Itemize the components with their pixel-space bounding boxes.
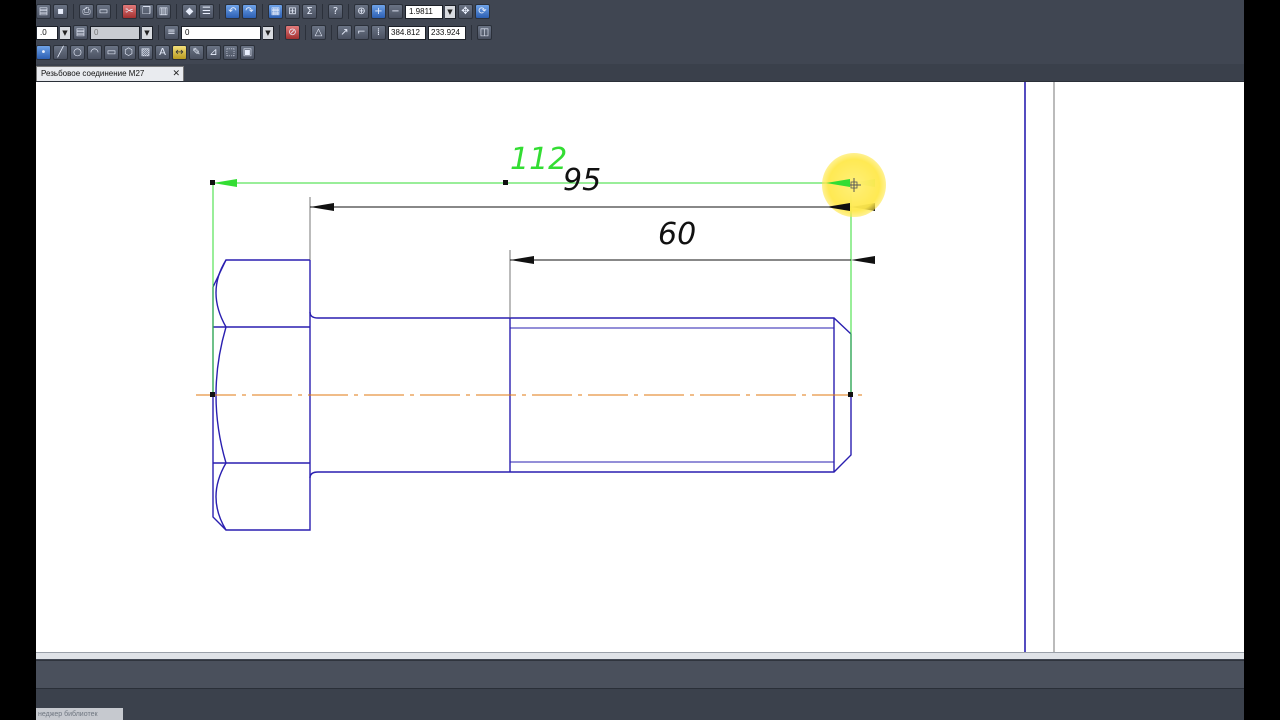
dimension-icon[interactable]: ↔ <box>172 45 187 60</box>
edit-icon[interactable]: ✎ <box>189 45 204 60</box>
rectangle-icon[interactable]: ▭ <box>104 45 119 60</box>
help-icon[interactable]: ? <box>328 4 343 19</box>
measure-icon[interactable]: ⊿ <box>206 45 221 60</box>
toolbar-separator <box>279 25 280 40</box>
toolbar-separator <box>348 4 349 19</box>
snap-point-right <box>848 392 853 397</box>
cursor-highlight <box>822 153 886 217</box>
document-tab[interactable]: Резьбовое соединение М27 ✕ <box>36 66 184 81</box>
tree-icon[interactable]: ⊞ <box>285 4 300 19</box>
layer-field[interactable]: 0 <box>181 25 261 40</box>
pan-icon[interactable]: ✥ <box>458 4 473 19</box>
undo-icon[interactable]: ↶ <box>225 4 240 19</box>
library-manager-tab[interactable]: неджер библиотек <box>36 708 123 720</box>
horizontal-scrollbar[interactable] <box>36 652 1244 659</box>
list-icon[interactable]: ☰ <box>199 4 214 19</box>
drawing-canvas[interactable]: 112 95 60 <box>36 82 1244 652</box>
toolbar-separator <box>158 25 159 40</box>
refresh-icon[interactable]: ⟳ <box>475 4 490 19</box>
zoom-fit-icon[interactable]: ⊕ <box>354 4 369 19</box>
status-bar <box>36 660 1244 689</box>
toolbar-separator <box>73 4 74 19</box>
dimension-95[interactable]: 95 <box>310 163 875 211</box>
dimension-112[interactable]: 112 <box>210 142 875 187</box>
bottom-panel: неджер библиотек <box>36 688 1244 720</box>
toolbar-separator <box>176 4 177 19</box>
save-icon[interactable]: ▪ <box>53 4 68 19</box>
polygon-icon[interactable]: ⬡ <box>121 45 136 60</box>
grid-snap-icon[interactable]: ⁞ <box>371 25 386 40</box>
print-icon[interactable]: ⎙ <box>79 4 94 19</box>
close-icon[interactable]: ✕ <box>172 67 180 80</box>
cut-icon[interactable]: ✂ <box>122 4 137 19</box>
hatch-icon[interactable]: ▨ <box>138 45 153 60</box>
toolbar-separator <box>116 4 117 19</box>
layers-icon[interactable]: ▤ <box>73 25 88 40</box>
toolbar-separator <box>471 25 472 40</box>
spec-icon[interactable]: ▣ <box>240 45 255 60</box>
snap-icon[interactable]: △ <box>311 25 326 40</box>
document-tab-title: Резьбовое соединение М27 <box>41 69 145 78</box>
arc-icon[interactable]: ◠ <box>87 45 102 60</box>
orto-icon[interactable]: ↗ <box>337 25 352 40</box>
chevron-down-icon[interactable]: ▼ <box>142 25 153 40</box>
style-field[interactable]: 0 <box>90 25 140 40</box>
tools-toolbar: • ╱ ○ ◠ ▭ ⬡ ▨ A ↔ ✎ ⊿ ⬚ ▣ <box>36 43 255 62</box>
properties-icon[interactable]: ◆ <box>182 4 197 19</box>
main-toolbar: ▤ ▪ ⎙ ▭ ✂ ❐ ▥ ◆ ☰ ↶ ↷ ▦ ⊞ Σ ? ⊕ + − 1.98… <box>36 2 490 21</box>
snap-point-left <box>210 392 215 397</box>
paste-icon[interactable]: ▥ <box>156 4 171 19</box>
color-icon[interactable]: ⊘ <box>285 25 300 40</box>
coordinate-x-field[interactable]: 384.812 <box>388 25 426 40</box>
line-width-field[interactable]: .0 <box>36 25 58 40</box>
properties-toolbar: .0 ▼ ▤ 0 ▼ ≡ 0 ▼ ⊘ △ ↗ ⌐ ⁞ 384.812 233.9… <box>36 23 492 42</box>
dimension-60-label: 60 <box>658 217 696 252</box>
cursor-settings-icon[interactable]: ◫ <box>477 25 492 40</box>
manager-icon[interactable]: ▦ <box>268 4 283 19</box>
toolbar-separator <box>331 25 332 40</box>
chevron-down-icon[interactable]: ▼ <box>60 25 71 40</box>
chevron-down-icon[interactable]: ▼ <box>445 4 456 19</box>
dimension-95-label: 95 <box>563 163 601 198</box>
select-icon[interactable]: ⬚ <box>223 45 238 60</box>
point-icon[interactable]: • <box>36 45 51 60</box>
application-window: ▤ ▪ ⎙ ▭ ✂ ❐ ▥ ◆ ☰ ↶ ↷ ▦ ⊞ Σ ? ⊕ + − 1.98… <box>36 0 1244 720</box>
preview-icon[interactable]: ▭ <box>96 4 111 19</box>
toolbar-separator <box>322 4 323 19</box>
zoom-in-icon[interactable]: + <box>371 4 386 19</box>
circle-icon[interactable]: ○ <box>70 45 85 60</box>
layer-stack-icon[interactable]: ≡ <box>164 25 179 40</box>
zoom-out-icon[interactable]: − <box>388 4 403 19</box>
chevron-down-icon[interactable]: ▼ <box>263 25 274 40</box>
line-icon[interactable]: ╱ <box>53 45 68 60</box>
drawing-svg[interactable]: 112 95 60 <box>36 82 1244 652</box>
text-icon[interactable]: A <box>155 45 170 60</box>
toolbar-separator <box>305 25 306 40</box>
round-icon[interactable]: ⌐ <box>354 25 369 40</box>
copy-icon[interactable]: ❐ <box>139 4 154 19</box>
coordinate-y-field[interactable]: 233.924 <box>428 25 466 40</box>
folder-icon[interactable]: ▤ <box>36 4 51 19</box>
variables-icon[interactable]: Σ <box>302 4 317 19</box>
dimension-112-label: 112 <box>510 142 567 177</box>
toolbar-separator <box>262 4 263 19</box>
dimension-60[interactable]: 60 <box>510 217 875 264</box>
redo-icon[interactable]: ↷ <box>242 4 257 19</box>
zoom-field[interactable]: 1.9811 <box>405 4 443 19</box>
document-tabstrip: Резьбовое соединение М27 ✕ <box>36 64 1244 82</box>
toolbar-separator <box>219 4 220 19</box>
